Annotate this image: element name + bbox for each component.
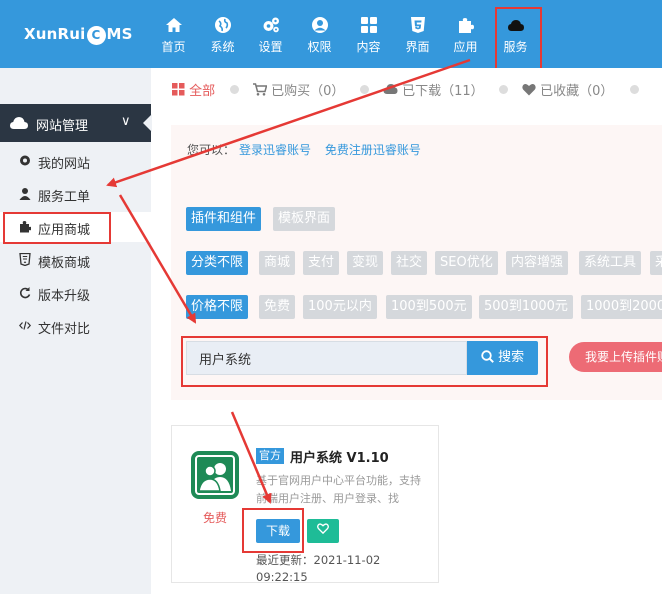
annotation-arrows — [106, 58, 471, 504]
